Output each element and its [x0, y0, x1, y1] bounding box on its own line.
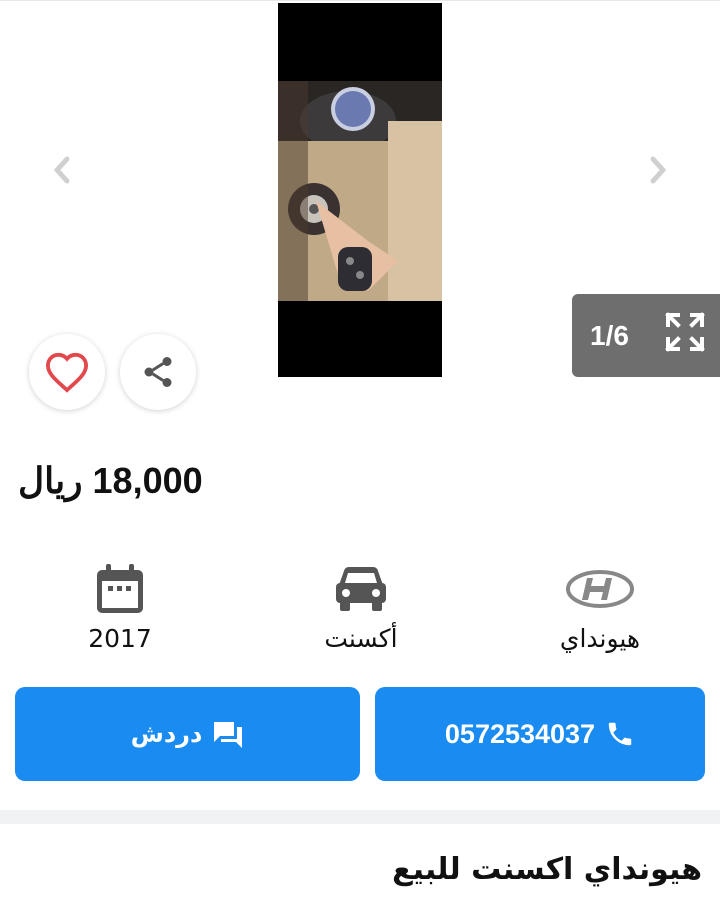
spec-year: 2017	[40, 560, 200, 653]
listing-photo	[278, 81, 442, 301]
phone-icon	[608, 722, 632, 746]
spec-brand-label: هيونداي	[559, 624, 641, 653]
expand-icon[interactable]	[664, 311, 706, 353]
favorite-button[interactable]	[29, 334, 105, 410]
spec-year-label: 2017	[88, 624, 152, 653]
share-button[interactable]	[120, 334, 196, 410]
hyundai-logo-icon	[566, 570, 634, 608]
next-image-button[interactable]	[640, 151, 676, 189]
section-divider	[0, 810, 720, 824]
call-button[interactable]: 0572534037	[375, 687, 705, 781]
listing-title: هيونداي اكسنت للبيع	[392, 852, 702, 887]
image-gallery: 1/6	[0, 0, 720, 410]
chat-button[interactable]: دردش	[15, 687, 360, 781]
chat-icon	[214, 722, 243, 748]
chat-button-label: دردش	[130, 720, 203, 748]
image-counter-box: 1/6	[572, 294, 720, 377]
share-icon	[144, 357, 172, 387]
chevron-right-icon	[650, 156, 666, 184]
previous-image-button[interactable]	[44, 151, 80, 189]
spec-brand: هيونداي	[520, 560, 680, 653]
car-icon	[336, 567, 386, 611]
chevron-left-icon	[54, 156, 70, 184]
calendar-icon	[97, 564, 143, 613]
phone-number: 0572534037	[444, 718, 596, 749]
listing-price: 18,000 ريال	[18, 460, 203, 501]
spec-model: أكسنت	[281, 560, 441, 653]
listing-photo-frame[interactable]	[278, 3, 442, 377]
spec-model-label: أكسنت	[324, 624, 398, 653]
heart-icon	[45, 352, 89, 393]
image-counter: 1/6	[590, 319, 629, 351]
